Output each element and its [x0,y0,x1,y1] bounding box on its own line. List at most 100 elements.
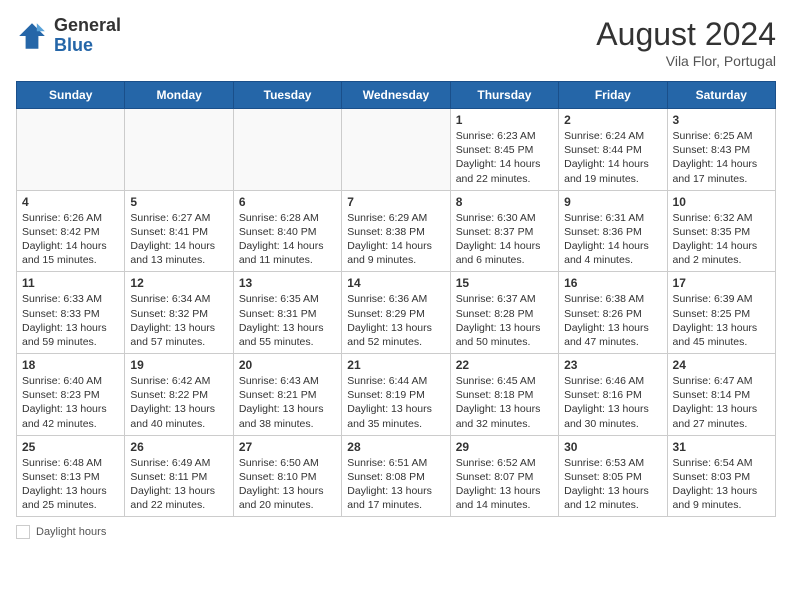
day-number: 26 [130,440,227,454]
logo-icon [16,20,48,52]
day-number: 28 [347,440,444,454]
calendar-cell: 23 Sunrise: 6:46 AM Sunset: 8:16 PM Dayli… [559,354,667,436]
day-info: Sunrise: 6:44 AM Sunset: 8:19 PM Dayligh… [347,374,444,431]
day-info: Sunrise: 6:23 AM Sunset: 8:45 PM Dayligh… [456,129,553,186]
day-info: Sunrise: 6:54 AM Sunset: 8:03 PM Dayligh… [673,456,770,513]
calendar-cell: 10Sunrise: 6:32 AM Sunset: 8:35 PM Dayli… [667,190,775,272]
calendar-cell: 15 Sunrise: 6:37 AM Sunset: 8:28 PM Dayli… [450,272,558,354]
weekday-header-tuesday: Tuesday [233,82,341,109]
calendar-cell: 24 Sunrise: 6:47 AM Sunset: 8:14 PM Dayli… [667,354,775,436]
footer: Daylight hours [16,525,776,539]
day-info: Sunrise: 6:26 AM Sunset: 8:42 PM Dayligh… [22,211,119,268]
weekday-header-saturday: Saturday [667,82,775,109]
day-info: Sunrise: 6:52 AM Sunset: 8:07 PM Dayligh… [456,456,553,513]
day-number: 18 [22,358,119,372]
daylight-legend-box [16,525,30,539]
calendar-week-0: 1 Sunrise: 6:23 AM Sunset: 8:45 PM Daylig… [17,109,776,191]
location: Vila Flor, Portugal [596,53,776,69]
calendar-cell: 14 Sunrise: 6:36 AM Sunset: 8:29 PM Dayli… [342,272,450,354]
calendar-week-4: 25Sunrise: 6:48 AM Sunset: 8:13 PM Dayli… [17,435,776,517]
calendar-cell [17,109,125,191]
calendar-cell: 29 Sunrise: 6:52 AM Sunset: 8:07 PM Dayli… [450,435,558,517]
day-info: Sunrise: 6:35 AM Sunset: 8:31 PM Dayligh… [239,292,336,349]
calendar-cell: 30 Sunrise: 6:53 AM Sunset: 8:05 PM Dayli… [559,435,667,517]
day-number: 27 [239,440,336,454]
calendar-cell: 26 Sunrise: 6:49 AM Sunset: 8:11 PM Dayli… [125,435,233,517]
calendar-cell: 27 Sunrise: 6:50 AM Sunset: 8:10 PM Dayli… [233,435,341,517]
calendar-cell: 3 Sunrise: 6:25 AM Sunset: 8:43 PM Daylig… [667,109,775,191]
day-number: 24 [673,358,770,372]
weekday-header-row: SundayMondayTuesdayWednesdayThursdayFrid… [17,82,776,109]
weekday-header-monday: Monday [125,82,233,109]
day-number: 1 [456,113,553,127]
day-number: 8 [456,195,553,209]
calendar-cell: 19Sunrise: 6:42 AM Sunset: 8:22 PM Dayli… [125,354,233,436]
calendar-cell: 31 Sunrise: 6:54 AM Sunset: 8:03 PM Dayli… [667,435,775,517]
day-number: 14 [347,276,444,290]
day-info: Sunrise: 6:43 AM Sunset: 8:21 PM Dayligh… [239,374,336,431]
calendar-cell: 6Sunrise: 6:28 AM Sunset: 8:40 PM Daylig… [233,190,341,272]
day-number: 23 [564,358,661,372]
day-number: 12 [130,276,227,290]
day-number: 21 [347,358,444,372]
day-info: Sunrise: 6:51 AM Sunset: 8:08 PM Dayligh… [347,456,444,513]
day-number: 9 [564,195,661,209]
calendar-cell: 4 Sunrise: 6:26 AM Sunset: 8:42 PM Daylig… [17,190,125,272]
day-number: 30 [564,440,661,454]
calendar-cell: 16Sunrise: 6:38 AM Sunset: 8:26 PM Dayli… [559,272,667,354]
logo-text: General Blue [54,16,121,56]
day-info: Sunrise: 6:53 AM Sunset: 8:05 PM Dayligh… [564,456,661,513]
day-info: Sunrise: 6:25 AM Sunset: 8:43 PM Dayligh… [673,129,770,186]
calendar-cell: 21 Sunrise: 6:44 AM Sunset: 8:19 PM Dayli… [342,354,450,436]
calendar-cell: 12 Sunrise: 6:34 AM Sunset: 8:32 PM Dayli… [125,272,233,354]
day-info: Sunrise: 6:34 AM Sunset: 8:32 PM Dayligh… [130,292,227,349]
day-number: 11 [22,276,119,290]
calendar-cell: 11 Sunrise: 6:33 AM Sunset: 8:33 PM Dayli… [17,272,125,354]
calendar-cell [233,109,341,191]
day-info: Sunrise: 6:39 AM Sunset: 8:25 PM Dayligh… [673,292,770,349]
day-info: Sunrise: 6:49 AM Sunset: 8:11 PM Dayligh… [130,456,227,513]
calendar-week-2: 11 Sunrise: 6:33 AM Sunset: 8:33 PM Dayli… [17,272,776,354]
day-number: 7 [347,195,444,209]
page-header: General Blue August 2024 Vila Flor, Port… [16,16,776,69]
daylight-label: Daylight hours [36,526,106,538]
day-number: 4 [22,195,119,209]
logo: General Blue [16,16,121,56]
weekday-header-sunday: Sunday [17,82,125,109]
day-info: Sunrise: 6:47 AM Sunset: 8:14 PM Dayligh… [673,374,770,431]
day-number: 10 [673,195,770,209]
day-number: 19 [130,358,227,372]
day-number: 20 [239,358,336,372]
day-info: Sunrise: 6:48 AM Sunset: 8:13 PM Dayligh… [22,456,119,513]
calendar-cell [125,109,233,191]
day-info: Sunrise: 6:46 AM Sunset: 8:16 PM Dayligh… [564,374,661,431]
calendar-cell: 13Sunrise: 6:35 AM Sunset: 8:31 PM Dayli… [233,272,341,354]
day-info: Sunrise: 6:37 AM Sunset: 8:28 PM Dayligh… [456,292,553,349]
calendar-cell: 5Sunrise: 6:27 AM Sunset: 8:41 PM Daylig… [125,190,233,272]
calendar-cell: 1 Sunrise: 6:23 AM Sunset: 8:45 PM Daylig… [450,109,558,191]
day-info: Sunrise: 6:24 AM Sunset: 8:44 PM Dayligh… [564,129,661,186]
day-info: Sunrise: 6:33 AM Sunset: 8:33 PM Dayligh… [22,292,119,349]
day-number: 31 [673,440,770,454]
calendar-cell: 25Sunrise: 6:48 AM Sunset: 8:13 PM Dayli… [17,435,125,517]
day-info: Sunrise: 6:30 AM Sunset: 8:37 PM Dayligh… [456,211,553,268]
day-info: Sunrise: 6:45 AM Sunset: 8:18 PM Dayligh… [456,374,553,431]
day-number: 15 [456,276,553,290]
calendar-cell: 8 Sunrise: 6:30 AM Sunset: 8:37 PM Daylig… [450,190,558,272]
day-number: 3 [673,113,770,127]
calendar-cell: 20 Sunrise: 6:43 AM Sunset: 8:21 PM Dayli… [233,354,341,436]
day-info: Sunrise: 6:28 AM Sunset: 8:40 PM Dayligh… [239,211,336,268]
day-info: Sunrise: 6:36 AM Sunset: 8:29 PM Dayligh… [347,292,444,349]
weekday-header-thursday: Thursday [450,82,558,109]
day-number: 29 [456,440,553,454]
calendar-week-1: 4 Sunrise: 6:26 AM Sunset: 8:42 PM Daylig… [17,190,776,272]
title-block: August 2024 Vila Flor, Portugal [596,16,776,69]
day-number: 2 [564,113,661,127]
day-info: Sunrise: 6:29 AM Sunset: 8:38 PM Dayligh… [347,211,444,268]
calendar-week-3: 18Sunrise: 6:40 AM Sunset: 8:23 PM Dayli… [17,354,776,436]
day-info: Sunrise: 6:50 AM Sunset: 8:10 PM Dayligh… [239,456,336,513]
weekday-header-friday: Friday [559,82,667,109]
calendar-cell: 28 Sunrise: 6:51 AM Sunset: 8:08 PM Dayli… [342,435,450,517]
calendar-cell [342,109,450,191]
weekday-header-wednesday: Wednesday [342,82,450,109]
